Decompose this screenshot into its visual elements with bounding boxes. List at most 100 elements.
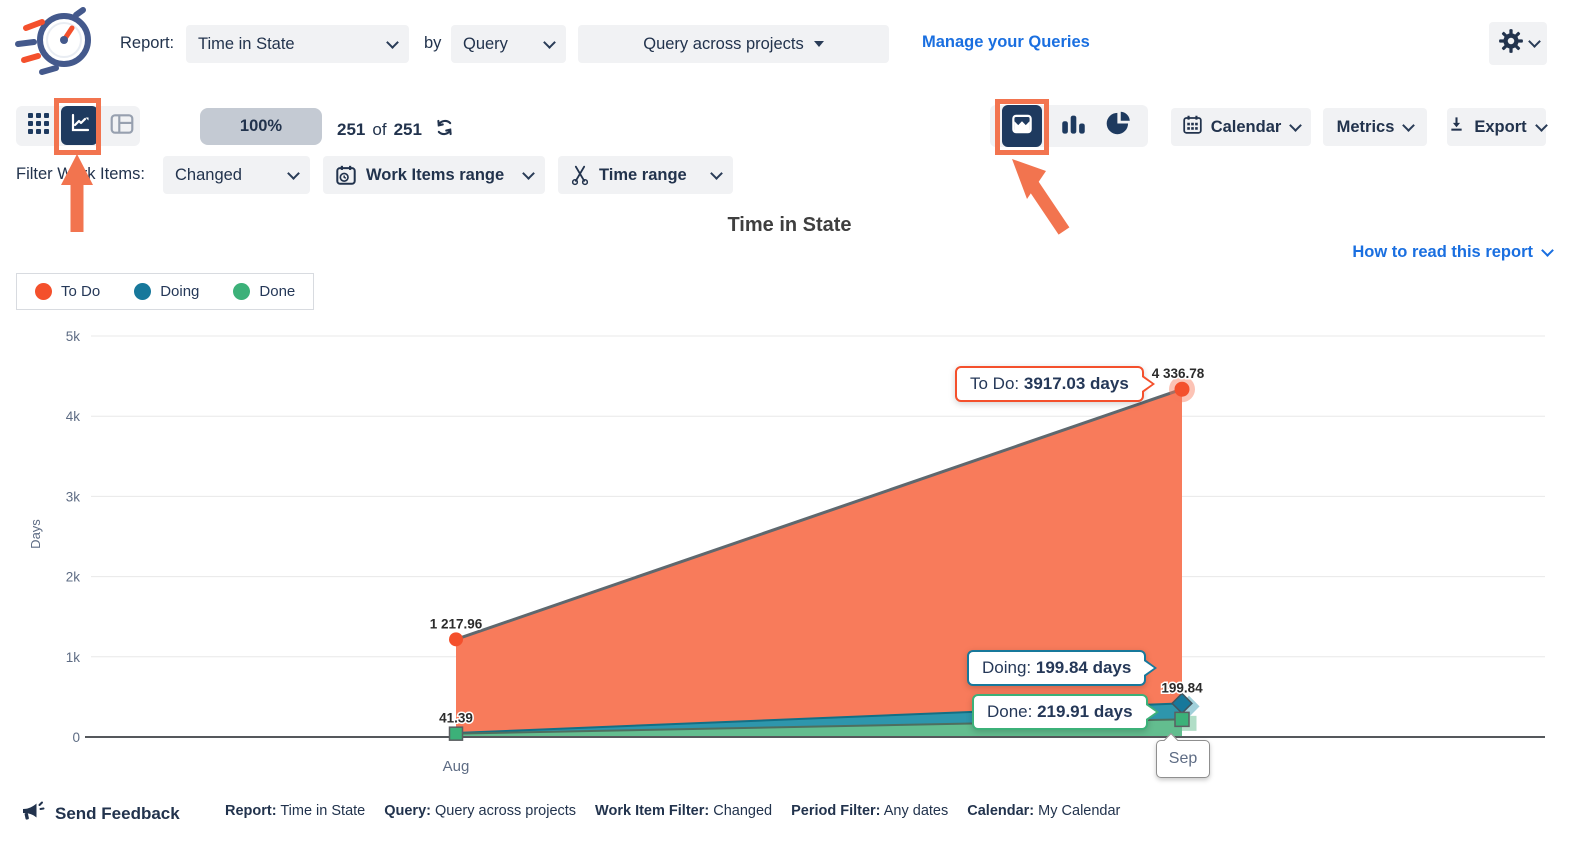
bar-chart-button[interactable] [1056, 109, 1090, 143]
report-dropdown-value: Time in State [198, 35, 378, 54]
group-by-dropdown[interactable]: Query [451, 25, 566, 63]
svg-text:4k: 4k [66, 409, 81, 424]
calendar-button[interactable]: Calendar [1171, 108, 1311, 146]
svg-text:1k: 1k [66, 650, 81, 665]
done-dot-icon [233, 283, 250, 300]
svg-text:4 336.78: 4 336.78 [1152, 366, 1205, 381]
tooltip-doing-value: 199.84 days [1036, 658, 1131, 677]
table-view-button[interactable] [106, 111, 138, 141]
time-in-state-report-page: Report: Time in State by Query Query acr… [0, 0, 1579, 846]
settings-button[interactable] [1489, 22, 1547, 65]
svg-text:Days: Days [28, 519, 43, 549]
line-chart-icon [68, 111, 92, 140]
legend-todo-label: To Do [61, 283, 100, 300]
table-icon [109, 111, 135, 142]
download-icon [1447, 115, 1466, 139]
work-items-range-value: Work Items range [366, 166, 514, 185]
count-total: 251 [394, 120, 422, 140]
progress-bar: 100% [200, 108, 322, 145]
svg-text:0: 0 [72, 730, 80, 745]
chart-title: Time in State [0, 214, 1579, 237]
by-label: by [424, 34, 441, 53]
scissors-icon [570, 164, 590, 186]
tooltip-todo-label: To Do: [970, 374, 1024, 393]
metrics-button-label: Metrics [1337, 118, 1395, 137]
gear-icon [1498, 28, 1524, 59]
legend-done-label: Done [259, 283, 295, 300]
chevron-down-icon [386, 36, 399, 49]
chevron-down-icon [710, 167, 723, 180]
summary-report: Report: Time in State [225, 803, 365, 819]
work-items-range-dropdown[interactable]: Work Items range [323, 156, 545, 194]
chart-view-button-active[interactable] [61, 106, 98, 145]
legend-item-todo[interactable]: To Do [35, 283, 100, 300]
x-axis-tooltip-label: Sep [1169, 750, 1197, 768]
filter-work-items-label: Filter Work Items: [16, 165, 145, 184]
chevron-down-icon [1403, 119, 1416, 132]
count-separator: of [372, 120, 386, 140]
summary-query: Query: Query across projects [384, 803, 576, 819]
svg-text:2k: 2k [66, 570, 81, 585]
query-dropdown-value: Query across projects [643, 35, 803, 54]
progress-value: 100% [240, 117, 282, 136]
work-items-count: 251 of 251 [337, 117, 455, 143]
pie-chart-button[interactable] [1101, 109, 1135, 143]
export-button[interactable]: Export [1447, 108, 1546, 146]
manage-queries-link[interactable]: Manage your Queries [922, 33, 1090, 52]
triangle-down-icon [814, 41, 824, 47]
chevron-down-icon [1535, 119, 1548, 132]
count-current: 251 [337, 120, 365, 140]
report-summary-bar: Report: Time in State Query: Query acros… [225, 803, 1120, 819]
tooltip-done-label: Done: [987, 702, 1037, 721]
summary-period-filter: Period Filter: Any dates [791, 803, 948, 819]
area-chart-icon [1009, 111, 1035, 142]
app-logo-icon [12, 6, 98, 80]
work-item-state-dropdown[interactable]: Changed [163, 156, 310, 194]
svg-text:199.84: 199.84 [1161, 680, 1203, 695]
tooltip-todo-value: 3917.03 days [1024, 374, 1129, 393]
export-button-label: Export [1474, 118, 1526, 137]
chevron-down-icon [1289, 119, 1302, 132]
work-item-state-value: Changed [175, 166, 279, 185]
tooltip-todo: To Do: 3917.03 days [955, 366, 1144, 402]
bar-chart-icon [1060, 110, 1087, 142]
chevron-down-icon [1528, 35, 1541, 48]
time-range-dropdown[interactable]: Time range [558, 156, 733, 194]
send-feedback-button[interactable]: Send Feedback [20, 798, 180, 829]
svg-text:41.39: 41.39 [439, 711, 473, 726]
metrics-button[interactable]: Metrics [1323, 108, 1427, 146]
query-dropdown[interactable]: Query across projects [578, 25, 889, 63]
calendar-clock-icon [335, 164, 357, 186]
megaphone-icon [20, 798, 46, 829]
time-range-value: Time range [599, 166, 702, 185]
tooltip-doing-label: Doing: [982, 658, 1036, 677]
chevron-down-icon [543, 36, 556, 49]
svg-text:3k: 3k [66, 489, 81, 504]
summary-calendar: Calendar: My Calendar [967, 803, 1120, 819]
area-chart-button-active[interactable] [1002, 105, 1042, 147]
tooltip-done: Done: 219.91 days [972, 694, 1148, 730]
doing-dot-icon [134, 283, 151, 300]
legend-item-done[interactable]: Done [233, 283, 295, 300]
report-label: Report: [120, 34, 174, 53]
send-feedback-label: Send Feedback [55, 804, 180, 824]
chevron-down-icon [522, 167, 535, 180]
chevron-down-icon [287, 167, 300, 180]
legend-doing-label: Doing [160, 283, 199, 300]
svg-text:5k: 5k [66, 329, 81, 344]
grid-icon [27, 112, 50, 140]
grid-view-button[interactable] [22, 111, 54, 141]
group-by-dropdown-value: Query [463, 35, 535, 54]
x-axis-tooltip-sep: Sep [1156, 740, 1210, 778]
todo-dot-icon [35, 283, 52, 300]
report-dropdown[interactable]: Time in State [186, 25, 409, 63]
tooltip-done-value: 219.91 days [1037, 702, 1132, 721]
refresh-icon[interactable] [434, 117, 455, 143]
svg-text:Aug: Aug [443, 758, 470, 775]
legend-item-doing[interactable]: Doing [134, 283, 199, 300]
calendar-button-label: Calendar [1211, 118, 1282, 137]
how-to-read-link[interactable]: How to read this report [1352, 243, 1552, 262]
pie-chart-icon [1105, 110, 1132, 142]
svg-text:1 217.96: 1 217.96 [430, 616, 483, 631]
calendar-icon [1182, 114, 1203, 140]
